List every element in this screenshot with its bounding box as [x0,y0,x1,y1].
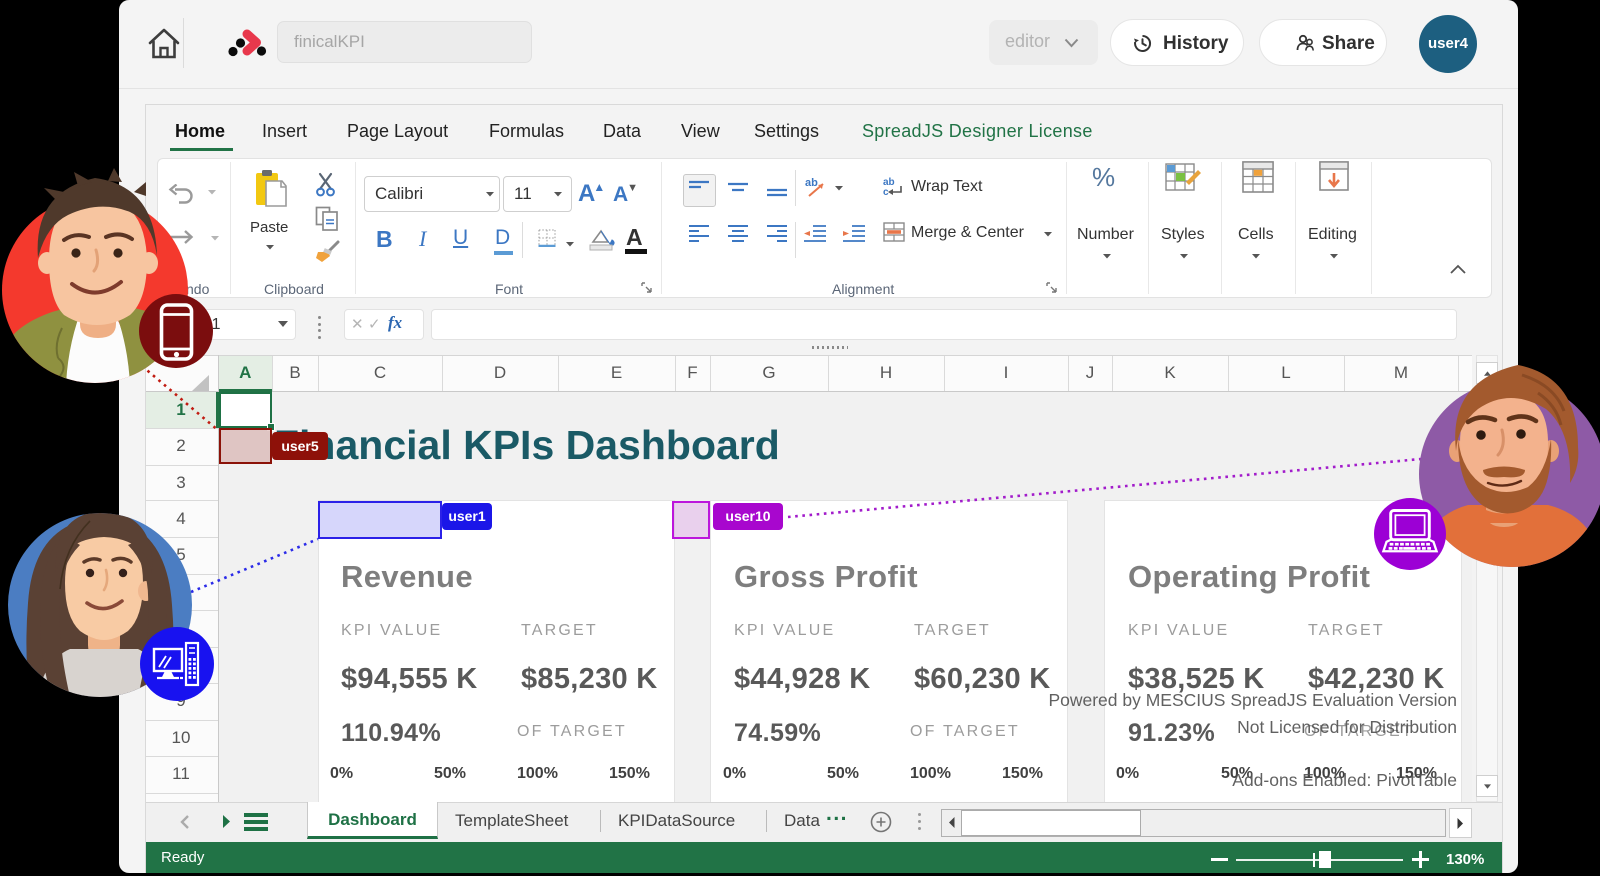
svg-text:ab: ab [805,177,818,189]
svg-text:c: c [883,187,889,196]
